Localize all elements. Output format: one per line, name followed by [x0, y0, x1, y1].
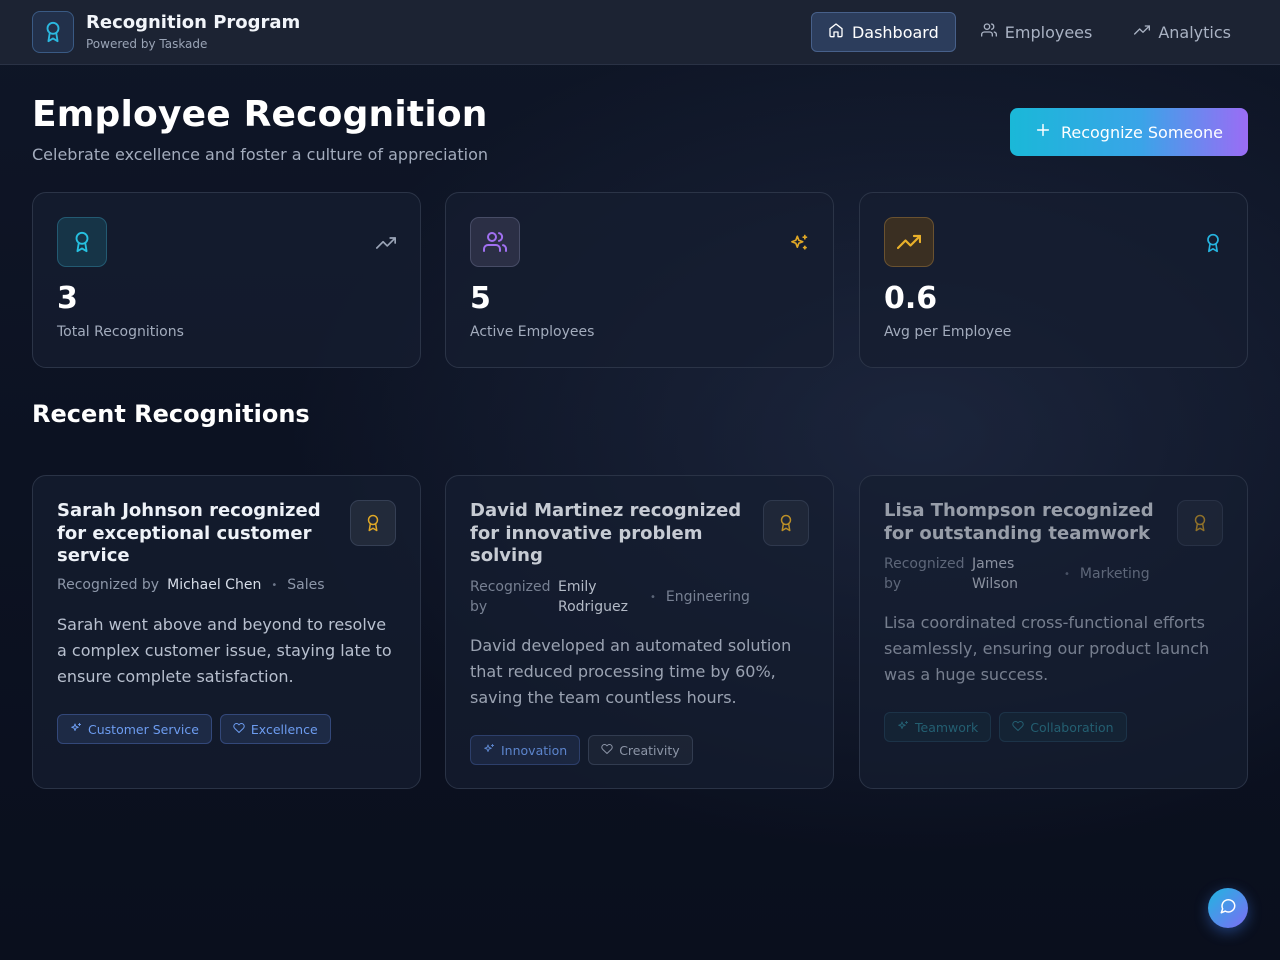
recognize-someone-label: Recognize Someone [1060, 122, 1224, 142]
heart-icon [601, 743, 613, 758]
top-bar: Recognition Program Powered by Taskade D… [0, 0, 1280, 65]
recognition-message: Sarah went above and beyond to resolve a… [57, 615, 392, 686]
trending-up-icon [1134, 22, 1151, 42]
award-icon [57, 217, 107, 267]
tag-innovation[interactable]: Innovation [470, 735, 581, 765]
tag-collaboration[interactable]: Collaboration [999, 712, 1127, 742]
recognition-message: David developed an automated solution th… [470, 636, 792, 707]
nav-employees-label: Employees [1004, 22, 1093, 42]
app-subtitle: Powered by Taskade [86, 37, 208, 51]
nav-analytics[interactable]: Analytics [1117, 12, 1248, 52]
recognition-card[interactable]: David Martinez recognized for innovative… [445, 475, 834, 789]
sparkles-icon [483, 743, 495, 758]
separator-dot: • [271, 579, 278, 591]
page-subtitle: Celebrate excellence and foster a cultur… [32, 145, 488, 164]
sparkles-icon [70, 722, 82, 737]
department: Sales [287, 577, 325, 593]
tag-label: Customer Service [88, 721, 199, 737]
stat-label: Total Recognitions [57, 324, 184, 340]
users-icon [470, 217, 520, 267]
sparkles-icon [789, 233, 809, 253]
recognized-by-label: Recognized by [57, 577, 160, 593]
recognition-title: Lisa Thompson recognized for outstanding… [884, 500, 1154, 544]
department: Engineering [665, 589, 750, 605]
tag-list: Innovation Creativity [470, 735, 693, 765]
recognizer-name: Michael Chen [167, 577, 262, 593]
users-icon [980, 22, 997, 42]
trending-up-icon [884, 217, 934, 267]
sparkles-icon [897, 720, 909, 735]
tag-excellence[interactable]: Excellence [219, 714, 331, 744]
recognition-title: Sarah Johnson recognized for exceptional… [57, 500, 321, 566]
award-icon [763, 500, 809, 546]
brand[interactable]: Recognition Program Powered by Taskade [32, 11, 300, 53]
stat-label: Active Employees [470, 324, 595, 340]
tag-creativity[interactable]: Creativity [588, 735, 693, 765]
nav-dashboard-label: Dashboard [851, 22, 939, 42]
stat-total-recognitions: 3 Total Recognitions [32, 192, 421, 368]
tag-label: Innovation [501, 742, 568, 758]
tag-label: Excellence [250, 721, 318, 737]
stat-avg-per-employee: 0.6 Avg per Employee [859, 192, 1248, 368]
heart-icon [1012, 720, 1024, 735]
nav-analytics-label: Analytics [1158, 22, 1231, 42]
recognize-someone-button[interactable]: Recognize Someone [1010, 108, 1248, 156]
heart-icon [233, 722, 245, 737]
tag-customer-service[interactable]: Customer Service [57, 714, 212, 744]
main-nav: Dashboard Employees Analytics [810, 12, 1248, 52]
nav-employees[interactable]: Employees [964, 12, 1110, 52]
recognition-card[interactable]: Lisa Thompson recognized for outstanding… [859, 475, 1248, 789]
nav-dashboard[interactable]: Dashboard [810, 12, 956, 52]
chat-button[interactable] [1208, 888, 1248, 928]
tag-label: Creativity [619, 742, 680, 758]
separator-dot: • [650, 591, 656, 603]
recognized-by-label: Recognized by [884, 556, 965, 592]
recognition-card[interactable]: Sarah Johnson recognized for exceptional… [32, 475, 421, 789]
recognition-title: David Martinez recognized for innovative… [470, 500, 742, 566]
award-icon [1203, 233, 1223, 253]
tag-label: Collaboration [1030, 719, 1114, 735]
department: Marketing [1079, 566, 1150, 582]
recognizer-name: Emily Rodriguez [558, 579, 628, 615]
message-circle-icon [1219, 897, 1237, 919]
tag-list: Customer Service Excellence [57, 714, 331, 744]
recognized-by-label: Recognized by [470, 579, 551, 615]
stat-label: Avg per Employee [884, 324, 1012, 340]
plus-icon [1035, 122, 1051, 142]
page-title: Employee Recognition [32, 94, 488, 135]
trending-up-icon [376, 233, 396, 253]
tag-teamwork[interactable]: Teamwork [884, 712, 992, 742]
stat-active-employees: 5 Active Employees [445, 192, 834, 368]
award-icon [350, 500, 396, 546]
stat-value: 3 [57, 281, 78, 316]
recognition-message: Lisa coordinated cross-functional effort… [884, 613, 1210, 684]
stat-value: 0.6 [884, 281, 938, 316]
award-icon [1177, 500, 1223, 546]
award-icon [32, 11, 74, 53]
app-title: Recognition Program [86, 12, 301, 33]
tag-list: Teamwork Collaboration [884, 712, 1127, 742]
recognition-meta: Recognized by Michael Chen • Sales [57, 577, 325, 593]
recognizer-name: James Wilson [972, 556, 1019, 592]
tag-label: Teamwork [915, 719, 979, 735]
recognition-meta: Recognized by James Wilson • Marketing [884, 554, 1150, 594]
recognition-meta: Recognized by Emily Rodriguez • Engineer… [470, 577, 750, 617]
separator-dot: • [1064, 568, 1070, 580]
stat-value: 5 [470, 281, 491, 316]
recent-recognitions-title: Recent Recognitions [32, 400, 310, 428]
home-icon [828, 22, 844, 42]
